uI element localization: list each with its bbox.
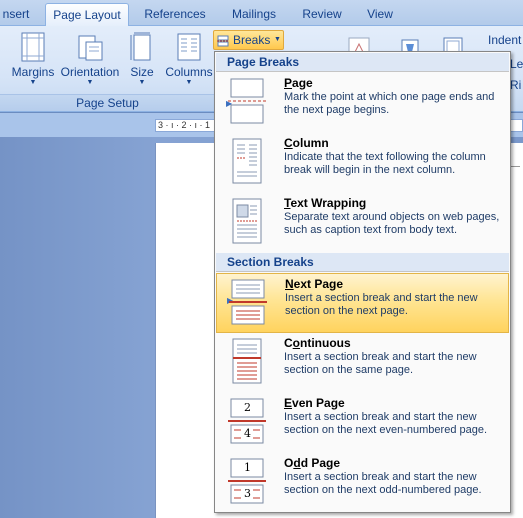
- indent-left-label: Le: [510, 57, 523, 71]
- odd-page-description: Insert a section break and start the new…: [284, 471, 482, 496]
- page-size-icon: [129, 32, 155, 62]
- next-page-description: Insert a section break and start the new…: [285, 292, 478, 317]
- continuous-section-icon: [228, 337, 266, 385]
- text-wrapping-break-description: Separate text around objects on web page…: [284, 211, 500, 236]
- indent-right-label: Ri: [510, 78, 522, 92]
- odd-page-section-icon: 1 3: [228, 457, 266, 505]
- even-page-title: Even Page: [284, 396, 345, 410]
- orientation-icon: [77, 32, 103, 62]
- page-number-label: 1: [244, 461, 251, 474]
- odd-page-title: Odd Page: [284, 456, 341, 470]
- menu-item-page-break[interactable]: ▶ Page Mark the point at which one page …: [216, 73, 509, 133]
- orientation-button[interactable]: Orientation ▼: [58, 32, 122, 92]
- tab-page-layout[interactable]: Page Layout: [45, 3, 129, 27]
- page-number-label: 2: [244, 401, 251, 414]
- menu-item-next-page-section-break[interactable]: ▶ Next Page Insert a section break and s…: [216, 273, 509, 333]
- margins-icon: [20, 32, 46, 62]
- even-page-section-icon: 2 4: [228, 397, 266, 445]
- columns-button[interactable]: Columns ▼: [163, 32, 215, 92]
- section-breaks-header: Section Breaks: [216, 253, 509, 272]
- menu-item-even-page-section-break[interactable]: 2 4 Even Page Insert a section break and…: [216, 393, 509, 453]
- text-wrapping-break-icon: [228, 197, 266, 245]
- page-number-label: 4: [244, 427, 251, 440]
- chevron-down-icon: ▼: [185, 79, 193, 86]
- columns-icon: [176, 32, 202, 62]
- even-page-description: Insert a section break and start the new…: [284, 411, 488, 436]
- column-break-description: Indicate that the text following the col…: [284, 151, 486, 176]
- breaks-label: Breaks: [233, 33, 271, 47]
- next-page-section-icon: [229, 278, 267, 326]
- page-break-title: Page: [284, 76, 313, 90]
- menu-item-column-break[interactable]: Column Indicate that the text following …: [216, 133, 509, 193]
- breaks-dropdown-menu: Page Breaks ▶ Page Mark the point at whi…: [214, 51, 511, 513]
- size-label: Size: [130, 65, 154, 79]
- breaks-icon: [217, 34, 229, 52]
- orientation-label: Orientation: [60, 65, 120, 79]
- page-break-description: Mark the point at which one page ends an…: [284, 91, 495, 116]
- indent-label: Indent: [488, 33, 522, 47]
- ribbon-tab-bar: nsert Page Layout References Mailings Re…: [0, 0, 523, 27]
- page-number-label: 3: [244, 487, 251, 500]
- breaks-button[interactable]: Breaks ▼: [213, 30, 284, 50]
- tab-mailings[interactable]: Mailings: [226, 3, 282, 26]
- chevron-down-icon: ▼: [86, 79, 94, 86]
- menu-item-text-wrapping-break[interactable]: Text Wrapping Separate text around objec…: [216, 193, 509, 253]
- margins-button[interactable]: Margins ▼: [8, 32, 58, 92]
- margins-label: Margins: [11, 65, 55, 79]
- chevron-down-icon: ▼: [274, 36, 281, 43]
- page-breaks-header: Page Breaks: [216, 53, 509, 72]
- menu-item-continuous-section-break[interactable]: Continuous Insert a section break and st…: [216, 333, 509, 393]
- tab-references[interactable]: References: [140, 3, 210, 26]
- menu-item-odd-page-section-break[interactable]: 1 3 Odd Page Insert a section break and …: [216, 453, 509, 513]
- tab-review[interactable]: Review: [298, 3, 346, 26]
- tab-insert[interactable]: nsert: [0, 3, 34, 26]
- continuous-description: Insert a section break and start the new…: [284, 351, 477, 376]
- next-page-title: Next Page: [285, 277, 344, 291]
- size-button[interactable]: Size ▼: [126, 32, 158, 92]
- chevron-down-icon: ▼: [138, 79, 146, 86]
- column-break-icon: [228, 137, 266, 185]
- continuous-title: Continuous: [284, 336, 351, 350]
- column-break-title: Column: [284, 136, 329, 150]
- page-setup-group-label: Page Setup: [0, 94, 215, 111]
- text-wrapping-break-title: Text Wrapping: [284, 196, 367, 210]
- chevron-down-icon: ▼: [29, 79, 37, 86]
- page-break-icon: [228, 77, 266, 125]
- tab-view[interactable]: View: [362, 3, 398, 26]
- columns-label: Columns: [165, 65, 213, 79]
